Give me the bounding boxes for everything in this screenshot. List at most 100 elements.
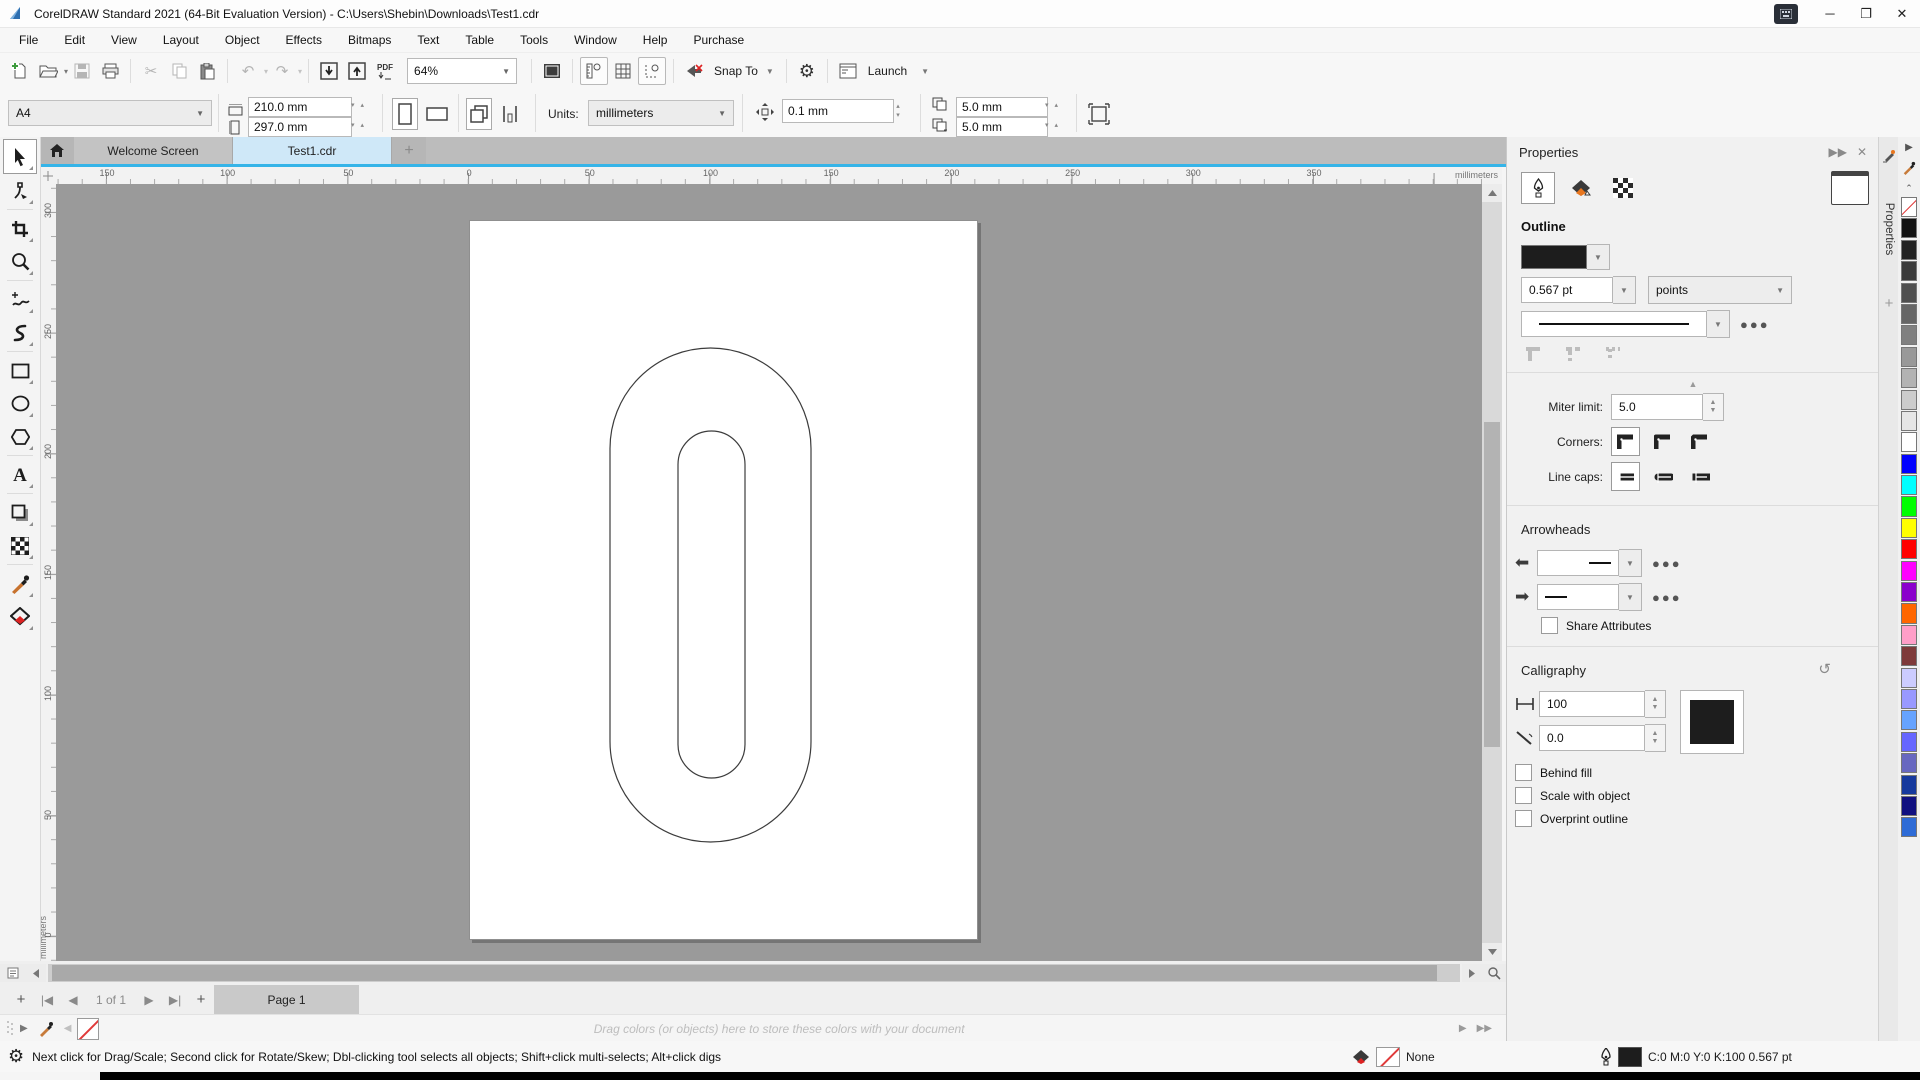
outline-color-dropdown-icon[interactable]: ▼: [1587, 244, 1610, 270]
page[interactable]: [469, 220, 978, 940]
keyboard-layout-icon[interactable]: [1774, 3, 1798, 24]
paste-icon[interactable]: [194, 58, 220, 84]
page-width-input[interactable]: 210.0 mm: [248, 97, 352, 117]
collapse-section-icon[interactable]: ▲: [1507, 379, 1879, 389]
stretch-spinner[interactable]: ▲ ▼: [1645, 690, 1666, 718]
next-page-button[interactable]: ▶: [136, 985, 162, 1014]
menu-view[interactable]: View: [98, 28, 150, 52]
zoom-dropdown-icon[interactable]: ▼: [502, 67, 510, 76]
corner-round-button[interactable]: [1648, 427, 1677, 456]
show-grid-icon[interactable]: [610, 58, 636, 84]
cap-square-button[interactable]: [1685, 462, 1714, 491]
all-pages-button[interactable]: [466, 98, 492, 130]
scroll-up-icon[interactable]: [1482, 184, 1502, 202]
snap-off-icon[interactable]: [681, 58, 707, 84]
menu-bitmaps[interactable]: Bitmaps: [335, 28, 404, 52]
vertical-scroll-thumb[interactable]: [1484, 422, 1500, 747]
scroll-down-icon[interactable]: [1482, 943, 1502, 961]
new-tab-button[interactable]: +: [392, 137, 426, 164]
document-palette-no-color-swatch[interactable]: [77, 1017, 100, 1040]
nib-angle-spinner[interactable]: ▲ ▼: [1645, 724, 1666, 752]
panel-collapse-icon[interactable]: ▶▶: [1828, 145, 1846, 159]
swatch-blue-violet[interactable]: [1901, 731, 1917, 752]
outline-color-swatch[interactable]: [1618, 1046, 1642, 1067]
menu-object[interactable]: Object: [212, 28, 273, 52]
menu-layout[interactable]: Layout: [150, 28, 212, 52]
home-icon[interactable]: [40, 137, 74, 164]
page-height-input[interactable]: 297.0 mm: [248, 117, 352, 137]
palette-eyedropper-icon[interactable]: [38, 1021, 54, 1037]
page-height-spinner[interactable]: ▾ ▴: [351, 121, 366, 129]
swatch-dark-blue[interactable]: [1901, 774, 1917, 795]
menu-help[interactable]: Help: [630, 28, 681, 52]
swatch-30-black[interactable]: [1901, 368, 1917, 389]
swatch-80-black[interactable]: [1901, 261, 1917, 282]
page-width-spinner[interactable]: ▾ ▴: [351, 101, 366, 109]
cap-round-button[interactable]: [1648, 462, 1677, 491]
swatch-no-color[interactable]: [1901, 197, 1917, 218]
docker-vertical-tab-properties[interactable]: Properties: [1883, 199, 1895, 259]
transparency-tool[interactable]: [4, 529, 36, 562]
swatch-50-black[interactable]: [1901, 325, 1917, 346]
save-icon[interactable]: [69, 58, 95, 84]
palette-eyedropper-icon[interactable]: [1902, 161, 1916, 175]
undo-dropdown-icon[interactable]: ▾: [264, 67, 268, 76]
copy-icon[interactable]: [166, 58, 192, 84]
tab-welcome-screen[interactable]: Welcome Screen: [74, 137, 233, 164]
page-1-tab[interactable]: Page 1: [214, 985, 360, 1014]
swatch-cyan[interactable]: [1901, 475, 1917, 496]
swatch-light-blue[interactable]: [1901, 710, 1917, 731]
scroll-left-icon[interactable]: [26, 964, 46, 982]
swatch-royal-blue[interactable]: [1901, 817, 1917, 838]
show-rulers-icon[interactable]: [580, 57, 609, 85]
freehand-tool[interactable]: [4, 283, 36, 316]
swatch-red[interactable]: [1901, 539, 1917, 560]
drop-shadow-tool[interactable]: [4, 496, 36, 529]
end-arrowhead-dropdown-icon[interactable]: ▼: [1619, 583, 1642, 611]
redo-icon[interactable]: ↷: [269, 58, 295, 84]
color-eyedropper-tool[interactable]: [4, 567, 36, 600]
stretch-input[interactable]: 100: [1539, 691, 1645, 717]
nib-angle-input[interactable]: 0.0: [1539, 725, 1645, 751]
restore-button[interactable]: ❐: [1848, 1, 1884, 27]
start-arrowhead-more-icon[interactable]: ●●●: [1652, 556, 1682, 571]
redo-dropdown-icon[interactable]: ▾: [298, 67, 302, 76]
menu-edit[interactable]: Edit: [51, 28, 98, 52]
zoom-tool[interactable]: [4, 245, 36, 278]
swatch-pink[interactable]: [1901, 624, 1917, 645]
menu-purchase[interactable]: Purchase: [680, 28, 757, 52]
outline-style-combo[interactable]: [1521, 311, 1707, 337]
menu-window[interactable]: Window: [561, 28, 630, 52]
outline-width-dropdown-icon[interactable]: ▼: [1613, 276, 1636, 304]
swatch-navy[interactable]: [1901, 795, 1917, 817]
print-icon[interactable]: [97, 58, 123, 84]
scroll-right-icon[interactable]: [1462, 964, 1482, 982]
snap-to-dropdown[interactable]: Snap To ▼: [714, 64, 774, 78]
tab-transparency-icon[interactable]: [1607, 173, 1639, 203]
swatch-70-black[interactable]: [1901, 282, 1917, 303]
swatch-90-black[interactable]: [1901, 239, 1917, 260]
swatch-white[interactable]: [1901, 432, 1917, 453]
minimize-button[interactable]: ─: [1812, 1, 1848, 27]
outline-style-more-icon[interactable]: ●●●: [1740, 317, 1770, 332]
overprint-outline-checkbox[interactable]: [1515, 810, 1532, 827]
scale-with-object-checkbox[interactable]: [1515, 787, 1532, 804]
palette-scroll-up-icon[interactable]: ⌃: [1905, 179, 1913, 197]
swatch-blue[interactable]: [1901, 453, 1917, 474]
swatch-60-black[interactable]: [1901, 303, 1917, 325]
swatch-brown[interactable]: [1901, 646, 1917, 667]
close-button[interactable]: ✕: [1884, 1, 1920, 27]
swatch-10-black[interactable]: [1901, 410, 1917, 431]
miter-limit-spinner[interactable]: ▲ ▼: [1703, 393, 1724, 421]
swatch-purple[interactable]: [1901, 582, 1917, 603]
outline-style-dropdown-icon[interactable]: ▼: [1707, 310, 1730, 338]
add-docker-icon[interactable]: +: [1879, 295, 1899, 312]
palette-grip-icon[interactable]: [6, 1020, 14, 1038]
palette-flyout-icon[interactable]: ▶: [20, 1023, 28, 1034]
behind-fill-checkbox[interactable]: [1515, 764, 1532, 781]
previous-page-button[interactable]: ◀: [60, 985, 86, 1014]
swatch-green[interactable]: [1901, 496, 1917, 517]
swatch-slate-blue[interactable]: [1901, 753, 1917, 774]
cap-butt-button[interactable]: [1611, 462, 1640, 491]
horizontal-scroll-track[interactable]: [48, 964, 1460, 982]
